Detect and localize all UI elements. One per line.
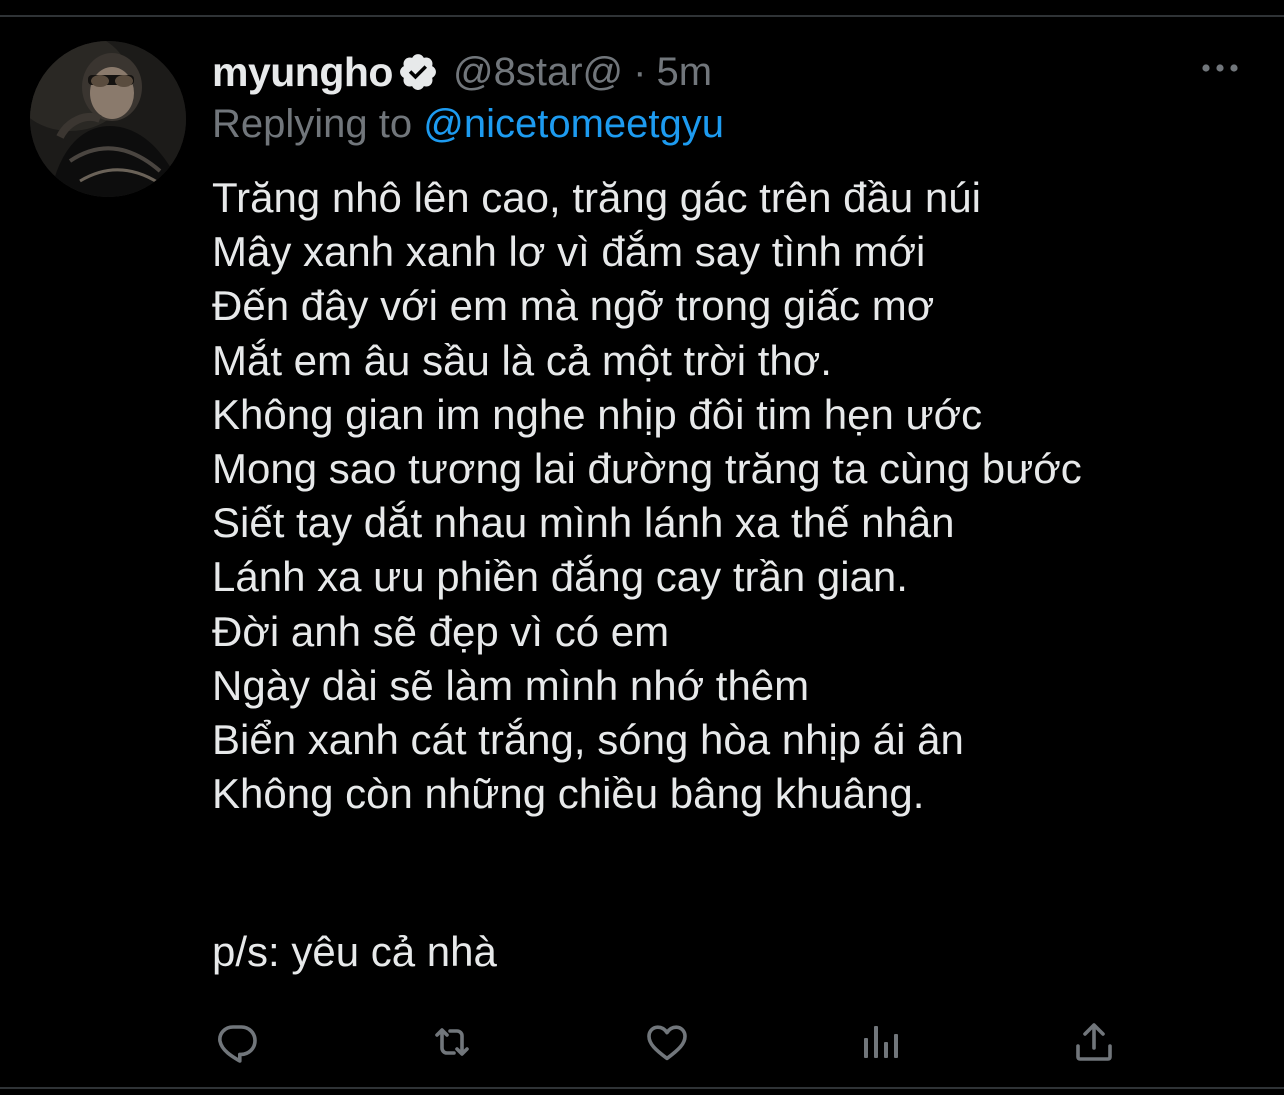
tweet-text-line: Đến đây với em mà ngỡ trong giấc mơ — [212, 282, 935, 330]
reply-mention-link[interactable]: @nicetomeetgyu — [423, 102, 724, 146]
tweet-text-line: Không gian im nghe nhịp đôi tim hẹn ước — [212, 390, 983, 438]
replying-to-line: Replying to @nicetomeetgyu — [212, 102, 724, 147]
tweet-text-line: Không còn những chiều bâng khuâng. — [212, 770, 925, 818]
heart-icon — [647, 1025, 687, 1061]
display-name[interactable]: myungho — [212, 49, 393, 96]
timestamp[interactable]: 5m — [656, 50, 712, 95]
reply-icon — [218, 1025, 257, 1063]
tweet-text-line: Mong sao tương lai đường trăng ta cùng b… — [212, 445, 1082, 493]
retweet-icon — [435, 1028, 469, 1056]
tweet-header: myungho @8star@ · 5m — [212, 44, 712, 100]
retweet-button[interactable] — [428, 1018, 476, 1066]
tweet-text-line: Ngày dài sẽ làm mình nhớ thêm — [212, 661, 810, 709]
share-button[interactable] — [1070, 1018, 1118, 1066]
avatar[interactable] — [30, 41, 186, 197]
tweet-text-line: Đời anh sẽ đẹp vì có em — [212, 607, 670, 655]
analytics-icon — [864, 1026, 898, 1058]
tweet-postscript: p/s: yêu cả nhà — [212, 928, 497, 975]
tweet-text-line: Lánh xa ưu phiền đắng cay trần gian. — [212, 553, 908, 601]
user-handle[interactable]: @8star@ — [453, 50, 623, 95]
tweet-text-line: Mây xanh xanh lơ vì đắm say tình mới — [212, 228, 926, 276]
bottom-divider — [0, 1087, 1284, 1089]
tweet-text-line: Siết tay dắt nhau mình lánh xa thế nhân — [212, 499, 955, 547]
separator-dot: · — [633, 49, 647, 94]
analytics-button[interactable] — [857, 1018, 905, 1066]
reply-button[interactable] — [213, 1018, 261, 1066]
top-divider — [0, 15, 1284, 17]
like-button[interactable] — [643, 1018, 691, 1066]
replying-to-label: Replying to — [212, 102, 424, 146]
more-options-icon[interactable] — [1198, 52, 1242, 84]
share-icon — [1076, 1023, 1112, 1061]
tweet-text-line: Biển xanh cát trắng, sóng hòa nhịp ái ân — [212, 716, 964, 764]
tweet-text: Trăng nhô lên cao, trăng gác trên đầu nú… — [212, 171, 1252, 821]
tweet-text-line: Trăng nhô lên cao, trăng gác trên đầu nú… — [212, 174, 981, 221]
verified-badge-icon — [397, 51, 439, 93]
tweet-text-line: Mắt em âu sầu là cả một trời thơ. — [212, 336, 832, 384]
